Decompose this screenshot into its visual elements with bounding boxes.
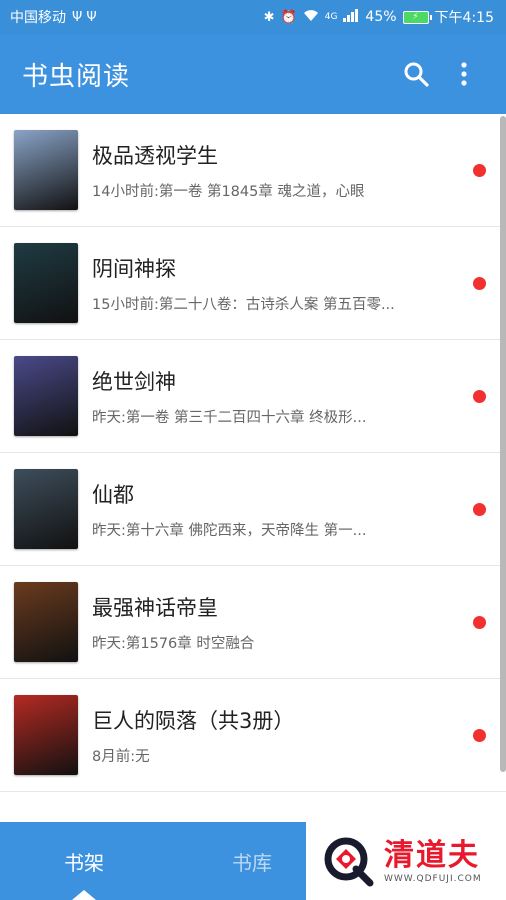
wifi-icon [303, 9, 319, 26]
tab-label: 书库 [232, 850, 272, 875]
book-cover-image [14, 469, 78, 549]
unread-indicator [473, 502, 486, 516]
search-button[interactable] [396, 54, 436, 94]
book-latest-chapter: 昨天:第1576章 时空融合 [92, 635, 255, 652]
signal-icon [343, 8, 359, 26]
status-bar: 中国移动 Ψ Ψ ✱ ⏰ 4G 45% ⚡ 下午4:15 [0, 0, 506, 34]
book-list-item[interactable]: 巨人的陨落（共3册） 8月前:无 [0, 679, 506, 792]
network-type-label: 4G [324, 12, 338, 22]
book-cover-image [14, 243, 78, 323]
book-latest-chapter: 15小时前:第二十八卷：古诗杀人案 第五百零... [92, 296, 395, 313]
book-info: 巨人的陨落（共3册） 8月前:无 [92, 705, 461, 766]
bookshelf-list[interactable]: 极品透视学生 14小时前:第一卷 第1845章 魂之道，心眼阴间神探 15小时前:第… [0, 114, 506, 822]
clock-time: 下午4:15 [434, 10, 494, 26]
book-info: 最强神话帝皇昨天:第1576章 时空融合 [92, 592, 461, 653]
book-title: 阴间神探 [92, 256, 176, 281]
watermark-logo [324, 837, 374, 887]
tab-bookshelf[interactable]: 书架 [0, 822, 168, 900]
unread-indicator [473, 163, 486, 177]
carrier-label: 中国移动 [10, 10, 66, 26]
unread-indicator [473, 276, 486, 290]
book-list-item[interactable]: 极品透视学生 14小时前:第一卷 第1845章 魂之道，心眼 [0, 114, 506, 227]
book-info: 极品透视学生 14小时前:第一卷 第1845章 魂之道，心眼 [92, 140, 461, 201]
more-vert-icon [461, 62, 467, 86]
active-tab-indicator [72, 890, 96, 900]
watermark: 清道夫 WWW.QDFUJI.COM [306, 822, 506, 900]
scrollbar[interactable] [500, 116, 506, 772]
battery-icon: ⚡ [402, 10, 432, 24]
book-cover-image [14, 582, 78, 662]
unread-indicator [473, 728, 486, 742]
more-options-button[interactable] [444, 54, 484, 94]
app-title: 书虫阅读 [22, 61, 131, 92]
book-cover-image [14, 130, 78, 210]
status-left: 中国移动 Ψ Ψ [10, 7, 97, 27]
watermark-text: 清道夫 WWW.QDFUJI.COM [384, 838, 482, 884]
unread-indicator [473, 389, 486, 403]
book-list-item[interactable]: 最强神话帝皇昨天:第1576章 时空融合 [0, 566, 506, 679]
watermark-name: 清道夫 [384, 838, 480, 873]
book-info: 绝世剑神昨天:第一卷 第三千二百四十六章 终极形... [92, 366, 461, 427]
book-title: 仙都 [92, 482, 134, 507]
book-list-item[interactable]: 阴间神探 15小时前:第二十八卷：古诗杀人案 第五百零... [0, 227, 506, 340]
watermark-url: WWW.QDFUJI.COM [384, 874, 482, 884]
book-info: 阴间神探 15小时前:第二十八卷：古诗杀人案 第五百零... [92, 253, 461, 314]
book-list-item[interactable]: 仙都昨天:第十六章 佛陀西来，天帝降生 第一... [0, 453, 506, 566]
book-latest-chapter: 昨天:第一卷 第三千二百四十六章 终极形... [92, 409, 367, 426]
search-icon [404, 62, 429, 87]
app-bar: 书虫阅读 [0, 34, 506, 114]
alarm-icon: ⏰ [280, 9, 297, 25]
book-latest-chapter: 14小时前:第一卷 第1845章 魂之道，心眼 [92, 183, 365, 200]
unread-indicator [473, 615, 486, 629]
book-info: 仙都昨天:第十六章 佛陀西来，天帝降生 第一... [92, 479, 461, 540]
book-latest-chapter: 昨天:第十六章 佛陀西来，天帝降生 第一... [92, 522, 367, 539]
book-title: 最强神话帝皇 [92, 595, 218, 620]
tab-label: 书架 [64, 850, 104, 875]
usb-icon: Ψ Ψ [72, 9, 97, 25]
book-cover-image [14, 695, 78, 775]
book-list-item[interactable]: 绝世剑神昨天:第一卷 第三千二百四十六章 终极形... [0, 340, 506, 453]
battery-percent: 45% [365, 9, 397, 25]
book-cover-image [14, 356, 78, 436]
book-latest-chapter: 8月前:无 [92, 748, 150, 765]
bluetooth-icon: ✱ [263, 9, 275, 25]
status-right: ✱ ⏰ 4G 45% ⚡ 下午4:15 [264, 7, 494, 27]
book-title: 绝世剑神 [92, 369, 176, 394]
book-title: 极品透视学生 [92, 143, 218, 168]
book-title: 巨人的陨落（共3册） [92, 708, 295, 733]
